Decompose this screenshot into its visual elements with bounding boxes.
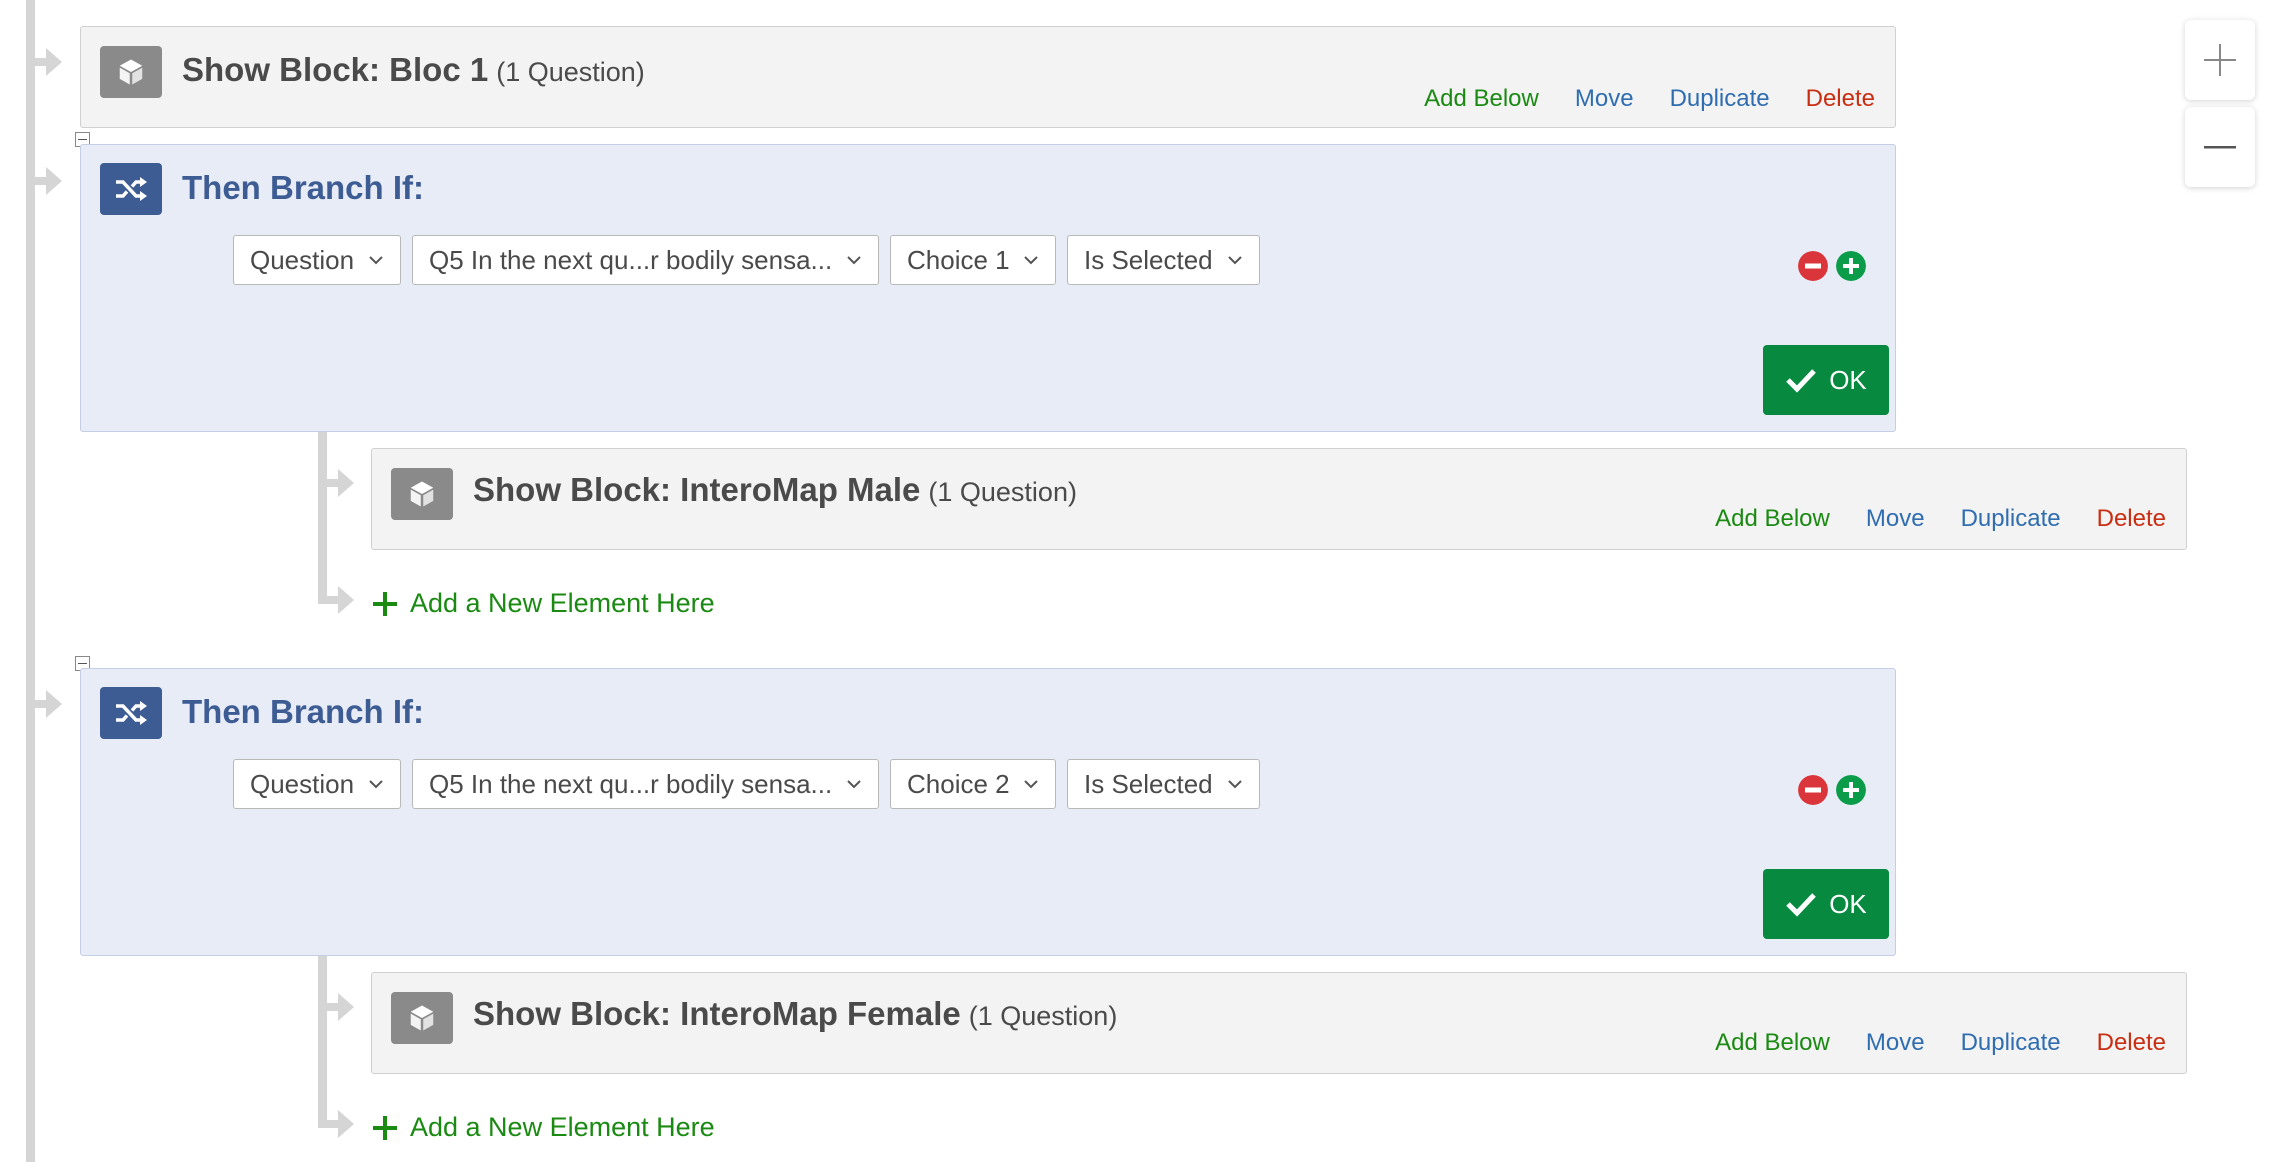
- checkmark-icon: [1786, 893, 1817, 917]
- branch-title: Then Branch If:: [182, 693, 425, 730]
- condition-choice-select[interactable]: Choice 2: [890, 759, 1056, 809]
- condition-choice-select[interactable]: Choice 1: [890, 235, 1056, 285]
- chevron-down-icon: [847, 256, 861, 265]
- ok-button[interactable]: OK: [1763, 345, 1889, 415]
- condition-question-select[interactable]: Q5 In the next qu...r bodily sensa...: [412, 759, 879, 809]
- delete-link[interactable]: Delete: [1806, 85, 1875, 113]
- block-label: Show Block: Bloc 1: [182, 51, 489, 88]
- block-cube-icon: [100, 46, 162, 98]
- select-value: Is Selected: [1084, 768, 1213, 799]
- chevron-down-icon: [1228, 780, 1242, 789]
- chevron-down-icon: [369, 256, 383, 265]
- show-block-interomap-male[interactable]: Show Block: InteroMap Male (1 Question) A…: [371, 448, 2187, 550]
- plus-icon: [373, 1115, 397, 1140]
- block-title: Show Block: InteroMap Female (1 Question): [473, 995, 1117, 1033]
- condition-operator-select[interactable]: Is Selected: [1067, 235, 1260, 285]
- select-value: Is Selected: [1084, 244, 1213, 275]
- select-value: Question: [250, 768, 355, 799]
- add-new-element-link[interactable]: Add a New Element Here: [372, 1112, 715, 1143]
- add-new-element-label: Add a New Element Here: [410, 588, 715, 618]
- add-condition-icon[interactable]: [1836, 251, 1866, 281]
- ok-label: OK: [1829, 888, 1867, 919]
- condition-type-select[interactable]: Question: [233, 759, 401, 809]
- zoom-in-icon: [2204, 44, 2236, 76]
- flow-arrow: [30, 690, 62, 718]
- flow-arrow: [322, 993, 354, 1021]
- branch-1: Then Branch If: Question Q5 In the next …: [80, 144, 1896, 432]
- chevron-down-icon: [1024, 780, 1038, 789]
- condition-question-select[interactable]: Q5 In the next qu...r bodily sensa...: [412, 235, 879, 285]
- block-label: Show Block: InteroMap Male: [473, 471, 921, 508]
- checkmark-icon: [1786, 369, 1817, 393]
- block-question-count: (1 Question): [968, 1001, 1118, 1031]
- zoom-out-icon: [2204, 146, 2236, 149]
- select-value: Question: [250, 244, 355, 275]
- select-value: Q5 In the next qu...r bodily sensa...: [429, 244, 833, 275]
- block-actions: Add Below Move Duplicate Delete: [1715, 505, 2166, 533]
- ok-button[interactable]: OK: [1763, 869, 1889, 939]
- add-new-element-link[interactable]: Add a New Element Here: [372, 588, 715, 619]
- flow-main-line: [26, 0, 35, 1162]
- duplicate-link[interactable]: Duplicate: [1670, 85, 1770, 113]
- branch-2: Then Branch If: Question Q5 In the next …: [80, 668, 1896, 956]
- branch-2-line: [318, 956, 327, 1128]
- chevron-down-icon: [1228, 256, 1242, 265]
- block-question-count: (1 Question): [496, 57, 645, 87]
- branch-title: Then Branch If:: [182, 169, 425, 206]
- block-actions: Add Below Move Duplicate Delete: [1424, 85, 1875, 113]
- condition-operator-select[interactable]: Is Selected: [1067, 759, 1260, 809]
- branch-shuffle-icon: [100, 687, 162, 739]
- remove-condition-icon[interactable]: [1798, 251, 1828, 281]
- branch-1-line: [318, 432, 327, 604]
- chevron-down-icon: [847, 780, 861, 789]
- flow-arrow: [322, 1110, 354, 1138]
- block-cube-icon: [391, 992, 453, 1044]
- zoom-out-button[interactable]: [2185, 107, 2255, 187]
- block-cube-icon: [391, 468, 453, 520]
- show-block-bloc-1[interactable]: Show Block: Bloc 1 (1 Question) Add Below…: [80, 26, 1896, 128]
- block-title: Show Block: InteroMap Male (1 Question): [473, 471, 1077, 509]
- ok-label: OK: [1829, 364, 1867, 395]
- flow-arrow: [322, 469, 354, 497]
- flow-arrow: [322, 586, 354, 614]
- branch-shuffle-icon: [100, 163, 162, 215]
- chevron-down-icon: [369, 780, 383, 789]
- add-condition-icon[interactable]: [1836, 775, 1866, 805]
- zoom-in-button[interactable]: [2185, 20, 2255, 100]
- select-value: Choice 2: [907, 768, 1010, 799]
- block-label: Show Block: InteroMap Female: [473, 995, 961, 1032]
- move-link[interactable]: Move: [1575, 85, 1634, 113]
- plus-icon: [373, 591, 397, 616]
- flow-arrow: [30, 48, 62, 76]
- select-value: Choice 1: [907, 244, 1010, 275]
- move-link[interactable]: Move: [1866, 1029, 1925, 1057]
- block-question-count: (1 Question): [928, 477, 1077, 507]
- remove-condition-icon[interactable]: [1798, 775, 1828, 805]
- add-new-element-label: Add a New Element Here: [410, 1112, 715, 1142]
- show-block-interomap-female[interactable]: Show Block: InteroMap Female (1 Question)…: [371, 972, 2187, 1074]
- duplicate-link[interactable]: Duplicate: [1961, 1029, 2061, 1057]
- add-below-link[interactable]: Add Below: [1424, 85, 1539, 113]
- condition-type-select[interactable]: Question: [233, 235, 401, 285]
- duplicate-link[interactable]: Duplicate: [1961, 505, 2061, 533]
- add-below-link[interactable]: Add Below: [1715, 1029, 1830, 1057]
- move-link[interactable]: Move: [1866, 505, 1925, 533]
- delete-link[interactable]: Delete: [2097, 1029, 2166, 1057]
- select-value: Q5 In the next qu...r bodily sensa...: [429, 768, 833, 799]
- add-below-link[interactable]: Add Below: [1715, 505, 1830, 533]
- flow-arrow: [30, 167, 62, 195]
- block-title: Show Block: Bloc 1 (1 Question): [182, 51, 645, 89]
- delete-link[interactable]: Delete: [2097, 505, 2166, 533]
- chevron-down-icon: [1024, 256, 1038, 265]
- block-actions: Add Below Move Duplicate Delete: [1715, 1029, 2166, 1057]
